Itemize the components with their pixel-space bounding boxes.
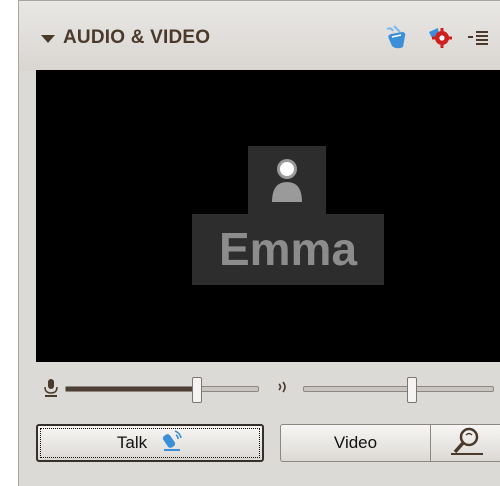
video-viewport: Emma bbox=[36, 70, 500, 362]
speaker-volume-slider[interactable] bbox=[303, 377, 494, 403]
collapse-arrow-icon[interactable] bbox=[41, 35, 55, 43]
volume-controls bbox=[19, 367, 500, 407]
settings-gear-icon[interactable] bbox=[426, 23, 454, 51]
person-silhouette-icon bbox=[248, 146, 326, 216]
audio-video-panel: AUDIO & VIDEO Emma Talk Video bbox=[18, 0, 500, 486]
video-button[interactable]: Video bbox=[280, 424, 430, 462]
find-participant-icon bbox=[449, 426, 485, 461]
panel-header: AUDIO & VIDEO bbox=[19, 1, 500, 71]
find-participant-button[interactable] bbox=[430, 424, 500, 462]
microphone-icon bbox=[43, 378, 59, 398]
speaker-slider-thumb[interactable] bbox=[406, 377, 417, 403]
participant-name: Emma bbox=[192, 214, 384, 285]
video-button-label: Video bbox=[333, 433, 378, 452]
speaker-icon bbox=[275, 377, 297, 397]
hand-raise-icon[interactable] bbox=[382, 23, 410, 51]
options-menu-icon[interactable] bbox=[466, 23, 492, 51]
talk-button-label: Talk bbox=[116, 433, 148, 452]
microphone-talk-icon bbox=[161, 428, 183, 459]
microphone-slider-thumb[interactable] bbox=[191, 377, 202, 403]
microphone-volume-slider[interactable] bbox=[65, 377, 259, 403]
panel-title: AUDIO & VIDEO bbox=[63, 27, 211, 48]
microphone-volume-fill bbox=[66, 387, 197, 391]
talk-button[interactable]: Talk bbox=[36, 424, 264, 462]
